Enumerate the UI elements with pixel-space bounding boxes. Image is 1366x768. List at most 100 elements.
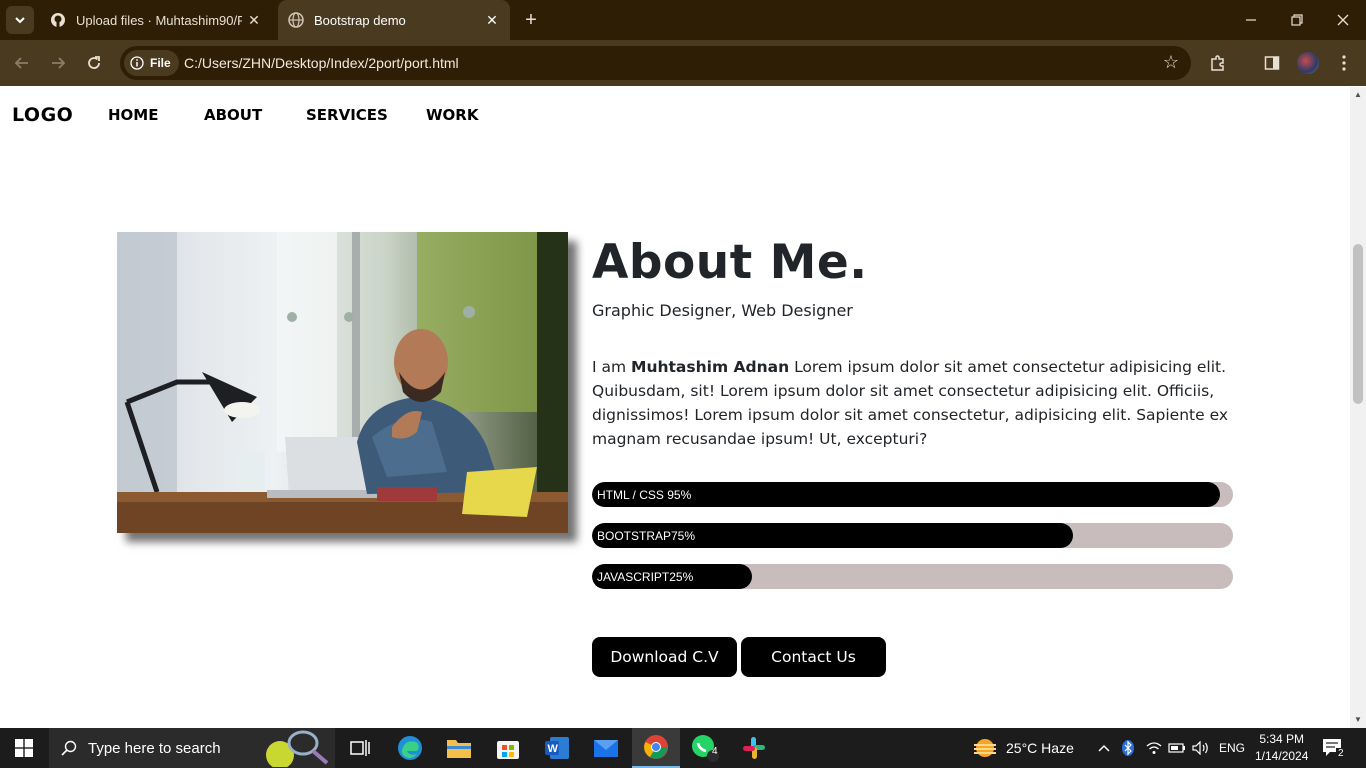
- address-bar[interactable]: File C:/Users/ZHN/Desktop/Index/2port/po…: [120, 46, 1191, 80]
- volume-tray[interactable]: [1192, 728, 1210, 768]
- contact-us-button[interactable]: Contact Us: [741, 637, 886, 677]
- bluetooth-icon: [1122, 740, 1134, 756]
- taskbar-file-explorer[interactable]: [435, 728, 483, 768]
- chevron-up-icon: [1098, 744, 1110, 752]
- notification-center[interactable]: 2: [1322, 728, 1346, 768]
- edge-icon: [398, 736, 422, 760]
- close-window-button[interactable]: [1320, 0, 1366, 40]
- profile-photo: [117, 232, 568, 533]
- slack-icon: [743, 737, 765, 759]
- taskbar-store[interactable]: [484, 728, 532, 768]
- task-view-button[interactable]: [336, 728, 384, 768]
- about-paragraph: I am Muhtashim Adnan Lorem ipsum dolor s…: [592, 355, 1242, 451]
- globe-icon: [288, 12, 304, 28]
- mail-icon: [594, 740, 618, 757]
- word-icon: W: [545, 737, 569, 759]
- arrow-right-icon: [52, 57, 66, 69]
- site-info-label: File: [150, 56, 171, 70]
- skill-bar-javascript: JAVASCRIPT25%: [592, 564, 1233, 589]
- skill-label: HTML / CSS 95%: [597, 488, 692, 502]
- tab-title: Bootstrap demo: [314, 12, 406, 28]
- page-scrollbar[interactable]: ▲ ▼: [1350, 87, 1366, 728]
- owner-name: Muhtashim Adnan: [631, 358, 790, 376]
- extensions-button[interactable]: [1206, 51, 1230, 75]
- scroll-down-arrow-icon[interactable]: ▼: [1353, 715, 1363, 725]
- clock-time: 5:34 PM: [1259, 732, 1305, 746]
- taskbar-word[interactable]: W: [533, 728, 581, 768]
- close-tab-icon[interactable]: ✕: [242, 12, 266, 29]
- start-button[interactable]: [0, 728, 48, 768]
- scroll-up-arrow-icon[interactable]: ▲: [1353, 90, 1363, 100]
- taskbar-slack[interactable]: [730, 728, 778, 768]
- nav-work[interactable]: WORK: [426, 106, 478, 124]
- more-vertical-icon: [1342, 55, 1346, 71]
- close-tab-icon[interactable]: ✕: [480, 12, 504, 29]
- site-info-chip[interactable]: File: [124, 50, 179, 76]
- download-cv-button[interactable]: Download C.V: [592, 637, 737, 677]
- restore-button[interactable]: [1274, 0, 1320, 40]
- bookmark-star-icon[interactable]: ☆: [1163, 52, 1179, 73]
- about-heading: About Me.: [592, 235, 868, 290]
- battery-tray[interactable]: [1168, 728, 1186, 768]
- clock-date: 1/14/2024: [1255, 749, 1309, 763]
- tab-search-button[interactable]: [6, 6, 34, 34]
- taskbar-whatsapp[interactable]: 4: [681, 728, 729, 768]
- info-icon: [130, 56, 144, 70]
- skill-bar-html-css: HTML / CSS 95%: [592, 482, 1233, 507]
- web-page: LOGO HOME ABOUT SERVICES WORK About Me. …: [0, 87, 1350, 728]
- whatsapp-badge: 4: [712, 746, 718, 757]
- taskbar-mail[interactable]: [582, 728, 630, 768]
- browser-menu-button[interactable]: [1332, 51, 1356, 75]
- skill-label: BOOTSTRAP75%: [597, 529, 696, 543]
- arrow-left-icon: [14, 57, 28, 69]
- bluetooth-tray[interactable]: [1122, 728, 1134, 768]
- nav-home[interactable]: HOME: [108, 106, 158, 124]
- tab-title: Upload files · Muhtashim90/Port: [76, 12, 242, 28]
- minimize-icon: [1246, 19, 1256, 21]
- skill-bar-bootstrap: BOOTSTRAP75%: [592, 523, 1233, 548]
- back-button[interactable]: [10, 51, 34, 75]
- browser-toolbar: File C:/Users/ZHN/Desktop/Index/2port/po…: [0, 40, 1366, 86]
- store-icon: [497, 741, 519, 759]
- reload-button[interactable]: [82, 51, 106, 75]
- puzzle-icon: [1211, 55, 1224, 71]
- weather-widget[interactable]: 25°C Haze: [972, 728, 1074, 768]
- search-placeholder: Type here to search: [88, 740, 221, 757]
- haze-sun-icon: [974, 739, 996, 757]
- scrollbar-thumb[interactable]: [1353, 244, 1363, 404]
- taskbar-chrome[interactable]: [632, 728, 680, 768]
- notification-count: 2: [1336, 748, 1346, 759]
- network-tray[interactable]: [1146, 728, 1162, 768]
- about-subtitle: Graphic Designer, Web Designer: [592, 301, 853, 320]
- language-indicator[interactable]: ENG: [1219, 728, 1245, 768]
- chevron-down-icon: [15, 17, 25, 24]
- tab-bootstrap-demo[interactable]: Bootstrap demo ✕: [278, 0, 510, 40]
- close-icon: [1337, 14, 1349, 26]
- browser-tab-bar: Upload files · Muhtashim90/Port ✕ Bootst…: [0, 0, 1366, 40]
- side-panel-icon: [1264, 56, 1280, 70]
- windows-taskbar: Type here to search W 4 25°C Haze ENG 5:…: [0, 728, 1366, 768]
- site-logo[interactable]: LOGO: [12, 104, 73, 126]
- tennis-doodle-icon: [266, 730, 329, 767]
- new-tab-button[interactable]: +: [520, 9, 542, 31]
- task-view-icon: [350, 740, 370, 756]
- speaker-icon: [1192, 741, 1208, 755]
- minimize-button[interactable]: [1228, 0, 1274, 40]
- intro-text: I am: [592, 358, 632, 376]
- tab-upload-files[interactable]: Upload files · Muhtashim90/Port ✕: [40, 0, 272, 40]
- nav-services[interactable]: SERVICES: [306, 106, 388, 124]
- profile-avatar[interactable]: [1297, 52, 1319, 74]
- folder-icon: [447, 740, 471, 758]
- weather-text: 25°C Haze: [1006, 740, 1074, 756]
- nav-about[interactable]: ABOUT: [204, 106, 262, 124]
- show-hidden-icons[interactable]: [1098, 728, 1110, 768]
- search-icon: [61, 740, 77, 756]
- taskbar-clock[interactable]: 5:34 PM 1/14/2024: [1255, 731, 1308, 765]
- windows-logo-icon: [15, 739, 33, 757]
- taskbar-search[interactable]: Type here to search: [49, 728, 335, 768]
- side-panel-button[interactable]: [1260, 51, 1284, 75]
- skill-label: JAVASCRIPT25%: [597, 570, 694, 584]
- forward-button[interactable]: [46, 51, 70, 75]
- taskbar-edge[interactable]: [386, 728, 434, 768]
- github-icon: [50, 12, 66, 28]
